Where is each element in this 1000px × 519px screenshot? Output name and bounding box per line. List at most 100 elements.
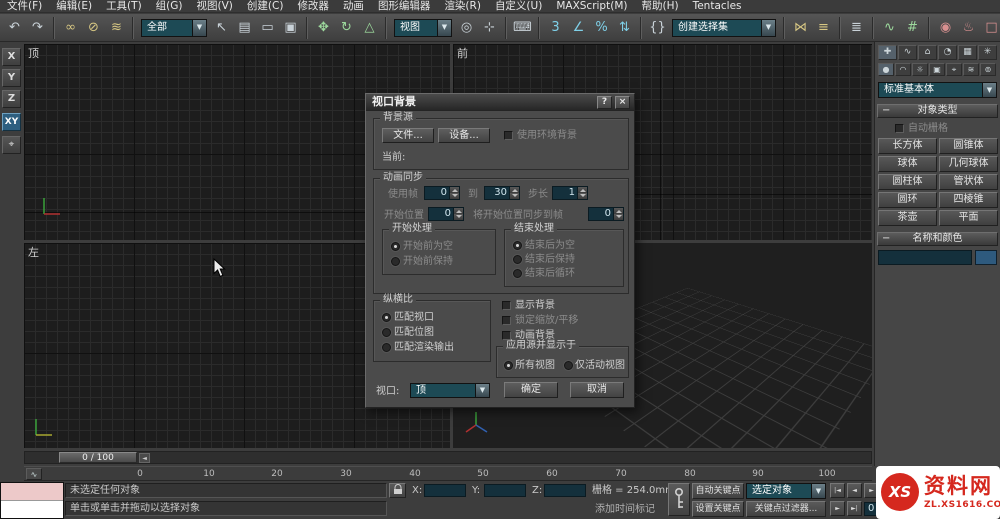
use-pivot-center-icon[interactable]: ◎	[456, 17, 477, 38]
category-shapes-icon[interactable]: ◠	[895, 63, 911, 76]
start-empty-radio[interactable]	[391, 242, 400, 251]
viewport-dropdown[interactable]: 顶 ▼	[410, 383, 490, 398]
select-and-manipulate-icon[interactable]: ⊹	[479, 17, 500, 38]
sync-frame-spinner[interactable]: 0	[588, 207, 624, 221]
window-crossing-icon[interactable]: ▣	[280, 17, 301, 38]
category-geometry-icon[interactable]: ●	[878, 63, 894, 76]
menu-rendering[interactable]: 渲染(R)	[437, 0, 488, 13]
spinner-arrows[interactable]	[510, 186, 520, 200]
match-render-output-radio[interactable]	[382, 343, 391, 352]
select-and-rotate-icon[interactable]: ↻	[336, 17, 357, 38]
ok-button[interactable]: 确定	[504, 382, 558, 398]
axis-constraint-y-button[interactable]: Y	[2, 69, 21, 87]
category-spacewarps-icon[interactable]: ≋	[963, 63, 979, 76]
sphere-button[interactable]: 球体	[878, 156, 937, 172]
z-coordinate-field[interactable]	[544, 484, 586, 497]
axis-constraint-x-button[interactable]: X	[2, 48, 21, 66]
open-mini-curve-editor-icon[interactable]: ∿	[26, 468, 42, 480]
axis-constraint-z-button[interactable]: Z	[2, 90, 21, 108]
dialog-title-bar[interactable]: 视口背景	[366, 94, 634, 111]
end-empty-radio[interactable]	[513, 241, 522, 250]
device-button[interactable]: 设备...	[438, 128, 490, 143]
set-key-button[interactable]: 设置关键点	[692, 501, 744, 517]
select-by-name-icon[interactable]: ▤	[234, 17, 255, 38]
spinner-arrows[interactable]	[614, 207, 624, 221]
menu-create[interactable]: 创建(C)	[240, 0, 291, 13]
pyramid-button[interactable]: 四棱锥	[939, 192, 998, 208]
menu-modifiers[interactable]: 修改器	[290, 0, 336, 13]
file-button[interactable]: 文件...	[382, 128, 434, 143]
teapot-button[interactable]: 茶壶	[878, 210, 937, 226]
redo-icon[interactable]: ↷	[27, 17, 48, 38]
menu-maxscript[interactable]: MAXScript(M)	[549, 0, 634, 13]
reference-coordinate-dropdown[interactable]: 视图 ▼	[394, 18, 452, 37]
select-and-move-icon[interactable]: ✥	[313, 17, 334, 38]
plane-button[interactable]: 平面	[939, 210, 998, 226]
use-frame-spinner[interactable]: 0	[424, 186, 460, 200]
keyboard-shortcut-override-icon[interactable]: ⌨	[512, 17, 533, 38]
menu-help[interactable]: 帮助(H)	[634, 0, 685, 13]
active-only-radio[interactable]	[564, 361, 573, 370]
reference-coordinate-value[interactable]: 视图	[394, 18, 438, 37]
snaps-toggle-3d-icon[interactable]: 3	[545, 17, 566, 38]
all-views-radio[interactable]	[504, 361, 513, 370]
torus-button[interactable]: 圆环	[878, 192, 937, 208]
angle-snap-icon[interactable]: ∠	[568, 17, 589, 38]
chevron-down-icon[interactable]: ▼	[983, 82, 997, 98]
step-value[interactable]: 1	[552, 186, 578, 200]
set-key-mode-button[interactable]	[668, 483, 690, 516]
layer-manager-icon[interactable]: ≣	[846, 17, 867, 38]
object-name-field[interactable]	[878, 250, 972, 265]
menu-graph-editors[interactable]: 图形编辑器	[371, 0, 438, 13]
chevron-down-icon[interactable]: ▼	[438, 18, 452, 37]
rollout-object-type[interactable]: − 对象类型	[877, 104, 998, 118]
primitive-category-value[interactable]: 标准基本体	[878, 82, 983, 98]
menu-customize[interactable]: 自定义(U)	[488, 0, 549, 13]
animate-background-checkbox[interactable]	[502, 331, 511, 340]
help-button[interactable]: ?	[597, 96, 612, 109]
menu-file[interactable]: 文件(F)	[0, 0, 49, 13]
rollout-name-color[interactable]: − 名称和颜色	[877, 232, 998, 246]
select-object-icon[interactable]: ↖	[211, 17, 232, 38]
sync-frame-value[interactable]: 0	[588, 207, 614, 221]
curve-editor-icon[interactable]: ∿	[879, 17, 900, 38]
cancel-button[interactable]: 取消	[570, 382, 624, 398]
lock-zoom-pan-checkbox[interactable]	[502, 316, 511, 325]
tab-display[interactable]: ▦	[958, 45, 977, 60]
chevron-down-icon[interactable]: ▼	[812, 483, 826, 499]
material-editor-icon[interactable]: ◉	[935, 17, 956, 38]
display-background-checkbox[interactable]	[502, 301, 511, 310]
to-frame-value[interactable]: 30	[484, 186, 510, 200]
chevron-down-icon[interactable]: ▼	[762, 18, 776, 37]
spinner-arrows[interactable]	[450, 186, 460, 200]
start-at-spinner[interactable]: 0	[428, 207, 464, 221]
selected-objects-dropdown[interactable]: 选定对象 ▼	[746, 483, 826, 499]
next-frame-icon[interactable]: ►	[830, 501, 845, 516]
viewport-dropdown-value[interactable]: 顶	[410, 383, 476, 398]
chevron-down-icon[interactable]: ▼	[193, 18, 207, 37]
category-systems-icon[interactable]: ⊚	[980, 63, 996, 76]
rendered-frame-window-icon[interactable]: □	[981, 17, 1000, 38]
viewport-front-label[interactable]: 前	[457, 45, 468, 61]
selection-lock-icon[interactable]	[389, 483, 406, 498]
selection-region-icon[interactable]: ▭	[257, 17, 278, 38]
primitive-category-dropdown[interactable]: 标准基本体 ▼	[878, 82, 997, 98]
select-and-link-icon[interactable]: ∞	[60, 17, 81, 38]
snap-use-axis-constraints-icon[interactable]: ⌖	[2, 136, 21, 154]
match-viewport-radio[interactable]	[382, 313, 391, 322]
go-to-start-icon[interactable]: |◄	[830, 483, 845, 498]
named-selection-sets-dropdown[interactable]: 创建选择集 ▼	[672, 18, 776, 37]
menu-animation[interactable]: 动画	[336, 0, 371, 13]
edit-named-selection-sets-icon[interactable]: {}	[647, 17, 668, 38]
category-helpers-icon[interactable]: ⌖	[946, 63, 962, 76]
spinner-snap-icon[interactable]: ⇅	[614, 17, 635, 38]
selection-filter-value[interactable]: 全部	[141, 18, 193, 37]
viewport-left-label[interactable]: 左	[28, 244, 39, 260]
menu-tools[interactable]: 工具(T)	[99, 0, 149, 13]
menu-group[interactable]: 组(G)	[149, 0, 190, 13]
menu-edit[interactable]: 编辑(E)	[49, 0, 99, 13]
align-icon[interactable]: ≡	[813, 17, 834, 38]
y-coordinate-field[interactable]	[484, 484, 526, 497]
chevron-down-icon[interactable]: ▼	[476, 383, 490, 398]
auto-key-button[interactable]: 自动关键点	[692, 483, 744, 499]
